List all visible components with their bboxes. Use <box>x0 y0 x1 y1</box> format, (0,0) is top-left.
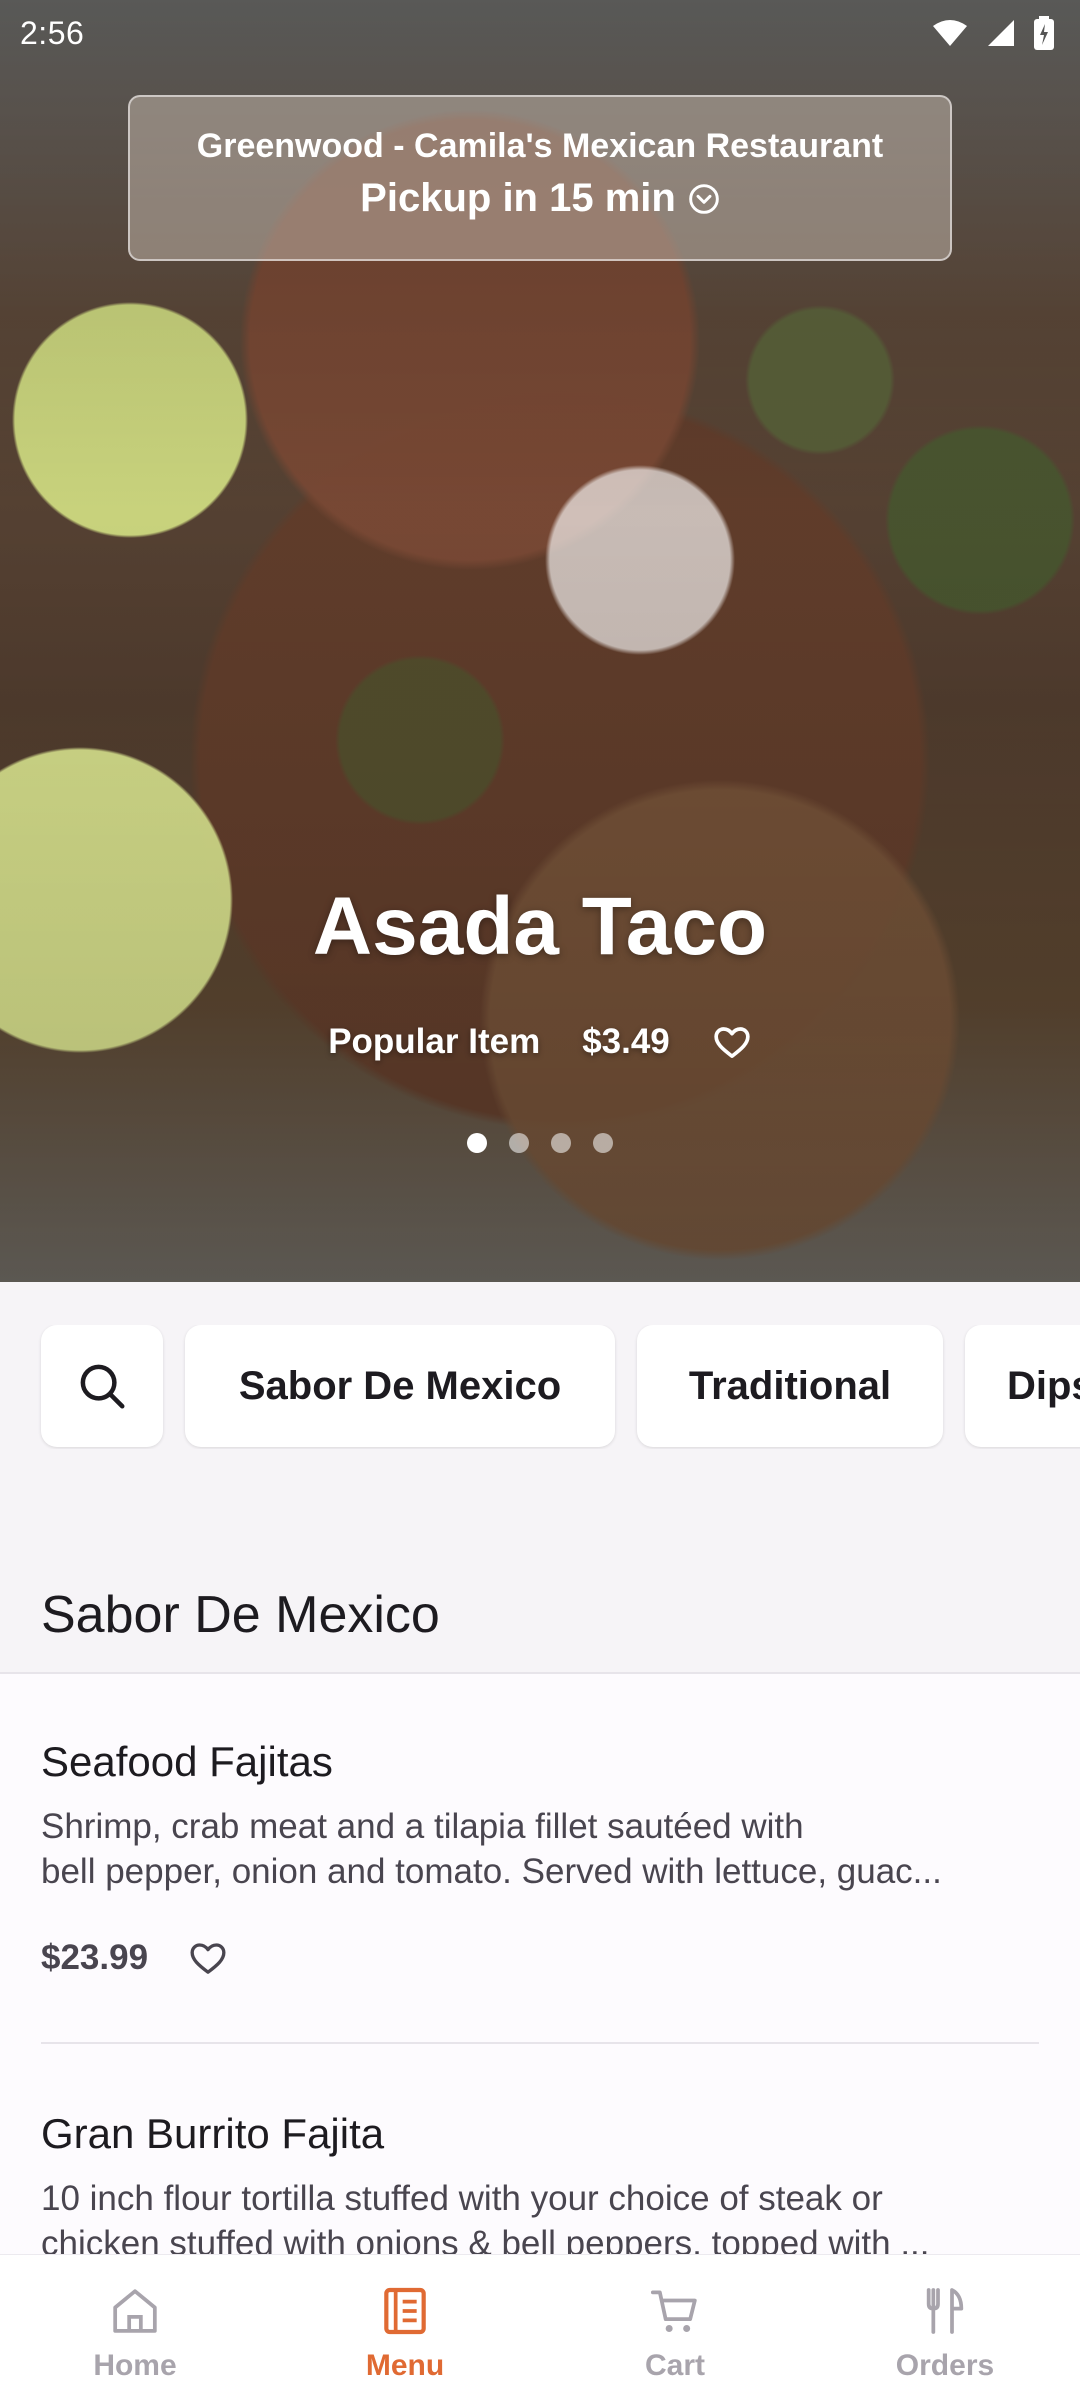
status-time: 2:56 <box>20 14 85 51</box>
carousel-dot[interactable] <box>593 1133 613 1153</box>
chevron-down-circle-icon <box>689 183 719 214</box>
menu-item-name: Seafood Fajitas <box>41 1738 333 1785</box>
menu-item-list[interactable]: Seafood Fajitas Shrimp, crab meat and a … <box>0 1674 1080 2254</box>
menu-item-description: Shrimp, crab meat and a tilapia fillet s… <box>41 1804 1039 1894</box>
nav-label: Home <box>93 2349 177 2382</box>
carousel-dot[interactable] <box>509 1133 529 1153</box>
orders-icon <box>926 2288 964 2334</box>
signal-icon <box>988 20 1014 46</box>
pickup-time-row[interactable]: Pickup in 15 min <box>130 176 950 221</box>
carousel-dot[interactable] <box>467 1133 487 1153</box>
menu-item-name: Gran Burrito Fajita <box>41 2110 385 2157</box>
nav-orders[interactable]: Orders <box>810 2255 1080 2401</box>
category-tab-traditional[interactable]: Traditional <box>637 1325 943 1447</box>
heart-icon[interactable] <box>188 1938 228 1978</box>
search-icon <box>80 1364 125 1409</box>
category-tabs[interactable]: Sabor De Mexico Traditional Dips <box>0 1325 1080 1449</box>
description-line: 10 inch flour tortilla stuffed with your… <box>41 2179 883 2218</box>
featured-item-title[interactable]: Asada Taco <box>0 880 1080 974</box>
status-icons <box>932 16 1054 50</box>
heart-icon[interactable] <box>712 1022 752 1062</box>
restaurant-selector[interactable]: Greenwood - Camila's Mexican Restaurant … <box>128 95 952 261</box>
nav-home[interactable]: Home <box>0 2255 270 2401</box>
search-button[interactable] <box>41 1325 163 1447</box>
menu-item[interactable]: Gran Burrito Fajita 10 inch flour tortil… <box>41 2110 1039 2254</box>
restaurant-name: Greenwood - Camila's Mexican Restaurant <box>196 127 884 165</box>
bottom-navigation: Home Menu Cart Orders <box>0 2254 1080 2401</box>
popular-badge: Popular Item <box>328 1022 541 1061</box>
cart-icon <box>650 2290 697 2332</box>
nav-label: Cart <box>644 2349 705 2382</box>
divider <box>41 2042 1039 2044</box>
nav-menu[interactable]: Menu <box>270 2255 540 2401</box>
nav-cart[interactable]: Cart <box>540 2255 810 2401</box>
nav-label: Menu <box>365 2349 445 2382</box>
menu-item-price: $23.99 <box>41 1938 149 1977</box>
status-bar: 2:56 <box>0 0 1080 66</box>
nav-label: Orders <box>895 2349 995 2382</box>
carousel-dot[interactable] <box>551 1133 571 1153</box>
battery-icon <box>1034 16 1054 50</box>
featured-item-price: $3.49 <box>582 1022 670 1061</box>
description-line: bell pepper, onion and tomato. Served wi… <box>41 1852 942 1891</box>
category-tab-dips[interactable]: Dips <box>965 1325 1080 1447</box>
wifi-icon <box>933 20 967 46</box>
carousel-indicator[interactable] <box>0 1133 1080 1153</box>
menu-item-footer: $23.99 <box>41 1938 1039 1978</box>
menu-item[interactable]: Seafood Fajitas Shrimp, crab meat and a … <box>41 1738 1039 1978</box>
home-icon <box>113 2289 157 2333</box>
featured-item-meta: Popular Item $3.49 <box>0 1022 1080 1062</box>
menu-item-description: 10 inch flour tortilla stuffed with your… <box>41 2176 1039 2254</box>
pickup-time-label: Pickup in 15 min <box>360 176 676 220</box>
category-tab-sabor-de-mexico[interactable]: Sabor De Mexico <box>185 1325 615 1447</box>
menu-icon <box>384 2287 426 2335</box>
section-title: Sabor De Mexico <box>41 1586 440 1644</box>
description-line: Shrimp, crab meat and a tilapia fillet s… <box>41 1807 804 1846</box>
description-line: chicken stuffed with onions & bell peppe… <box>41 2224 930 2254</box>
